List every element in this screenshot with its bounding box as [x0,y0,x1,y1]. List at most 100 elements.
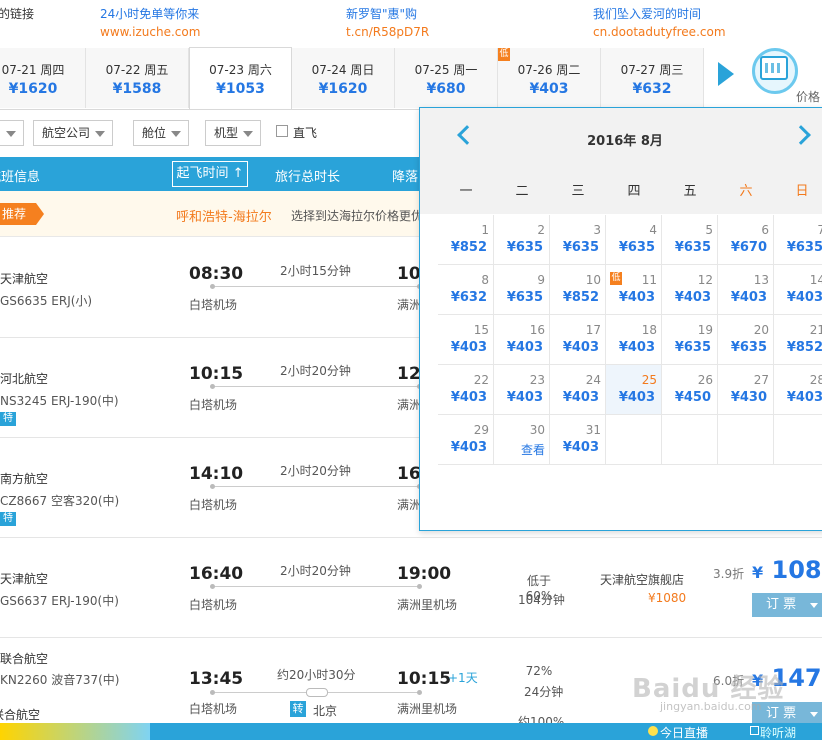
date-tab[interactable]: 07-24 周日 ¥1620 [292,48,395,108]
watermark-url: jingyan.baidu.com [660,700,762,713]
calendar-day-cell[interactable]: 1 ¥852 [438,215,494,265]
calendar-day-number: 1 [481,223,489,237]
date-tab-price: ¥1620 [318,81,368,97]
date-tab[interactable]: 07-25 周一 ¥680 [395,48,498,108]
sort-total-duration[interactable]: 旅行总时长 [275,166,340,185]
calendar-day-price: ¥403 [506,390,543,405]
flight-row: 天津航空 GS6637 ERJ-190(中) 16:40 白塔机场 2小时20分… [0,538,822,638]
calendar-day-cell[interactable]: 3 ¥635 [550,215,606,265]
ad-title[interactable]: 的链接 [0,5,34,22]
next-dates-arrow-icon[interactable] [718,62,734,86]
depart-airport: 白塔机场 [189,702,238,716]
sort-depart-time-button[interactable]: 起飞时间 ↑ [172,161,248,187]
calendar-day-cell[interactable]: 26 ¥450 [662,365,718,415]
flight-airline: 联合航空 [0,652,49,666]
listen-link[interactable]: 聆听湖 [760,724,796,740]
date-tab[interactable]: 低 07-26 周二 ¥403 [498,48,601,108]
calendar-day-cell[interactable]: 21 ¥852 [774,315,822,365]
calendar-day-cell[interactable]: 23 ¥403 [494,365,550,415]
calendar-day-cell[interactable]: 4 ¥635 [606,215,662,265]
filter-select[interactable] [0,120,24,146]
calendar-day-cell[interactable]: 27 ¥430 [718,365,774,415]
calendar-day-cell[interactable]: 19 ¥635 [662,315,718,365]
calendar-day-price: ¥403 [450,390,487,405]
calendar-day-number: 15 [473,323,489,337]
live-link[interactable]: 今日直播 [660,724,708,740]
ad-title[interactable]: 24小时免单等你来 [100,5,199,22]
date-tab[interactable]: 07-27 周三 ¥632 [601,48,704,108]
calendar-day-price: ¥632 [450,290,487,305]
flagship-shop[interactable]: 天津航空旗舰店 [600,571,684,588]
weekday-label: 日 [795,184,809,199]
cabin-filter[interactable]: 舱位 [133,120,190,146]
calendar-day-cell[interactable]: 7 ¥635 [774,215,822,265]
date-tab[interactable]: 07-22 周五 ¥1588 [86,48,189,108]
flight-duration: 2小时20分钟 [280,464,351,478]
calendar-day-cell[interactable]: 31 ¥403 [550,415,606,465]
depart-time: 13:45 [189,669,244,689]
price-value: 1080 [771,556,822,584]
calendar-day-cell [718,415,774,465]
calendar-day-price: ¥670 [730,240,767,255]
recommend-route[interactable]: 呼和浩特-海拉尔 [176,206,272,225]
calendar-day-number: 11 [641,273,657,287]
ad-url[interactable]: t.cn/R58pD7R [346,25,429,39]
route-line [210,384,422,389]
ad-url[interactable]: cn.dootadutyfree.com [593,25,726,39]
calendar-day-cell[interactable]: 15 ¥403 [438,315,494,365]
calendar-day-cell[interactable]: 14 ¥403 [774,265,822,315]
calendar-day-cell[interactable]: 24 ¥403 [550,365,606,415]
weekday-row: 一 二 三 四 五 六 日 [420,164,822,214]
price-calendar-button[interactable]: 价格 [752,48,822,108]
calendar-day-cell[interactable]: 16 ¥403 [494,315,550,365]
airline-filter[interactable]: 航空公司 [33,120,114,146]
flight-code: CZ8667 空客320(中) [0,494,120,508]
special-price-tag: 特价 [0,412,16,438]
calendar-day-cell[interactable]: 28 ¥403 [774,365,822,415]
calendar-day-cell[interactable]: 13 ¥403 [718,265,774,315]
calendar-day-cell[interactable]: 29 ¥403 [438,415,494,465]
direct-flight-checkbox[interactable] [276,125,288,137]
flight-airline: 天津航空 [0,272,49,286]
calendar-day-price: ¥852 [786,340,822,355]
calendar-day-price: ¥635 [674,340,711,355]
listen-icon [750,726,759,735]
depart-time: 14:10 [189,464,244,484]
calendar-day-cell[interactable]: 17 ¥403 [550,315,606,365]
model-filter[interactable]: 机型 [205,120,262,146]
calendar-day-cell[interactable]: 22 ¥403 [438,365,494,415]
calendar-day-price: ¥403 [562,390,599,405]
calendar-day-cell[interactable]: 10 ¥852 [550,265,606,315]
weekday-label: 五 [683,184,697,199]
calendar-day-number: 19 [697,323,713,337]
date-tab-date: 07-22 周五 [105,63,169,77]
calendar-day-cell[interactable]: 2 ¥635 [494,215,550,265]
arrive-time: 10:15 [397,669,452,689]
calendar-day-cell[interactable]: 12 ¥403 [662,265,718,315]
calendar-day-cell[interactable]: 低 11 ¥403 [606,265,662,315]
calendar-day-cell[interactable]: 9 ¥635 [494,265,550,315]
calendar-day-cell[interactable]: 5 ¥635 [662,215,718,265]
sort-landing[interactable]: 降落 [392,166,418,185]
calendar-day-number: 27 [753,373,769,387]
calendar-day-cell[interactable]: 25 ¥403 [606,365,662,415]
calendar-day-cell[interactable]: 20 ¥635 [718,315,774,365]
calendar-day-cell[interactable]: 8 ¥632 [438,265,494,315]
ad-title[interactable]: 我们坠入爱河的时间 [593,5,701,22]
book-button[interactable]: 订 票 [752,593,822,617]
date-tab-price: ¥1620 [8,81,58,97]
calendar-day-price: ¥635 [786,240,822,255]
ad-title[interactable]: 新罗智"惠"购 [346,5,417,22]
ad-url[interactable]: www.izuche.com [100,25,200,39]
flight-price: ¥ 1080 [752,556,822,584]
shop-price: ¥1080 [648,591,687,605]
calendar-day-cell[interactable]: 30 查看 [494,415,550,465]
calendar-day-price: ¥403 [786,390,822,405]
calendar-day-cell[interactable]: 18 ¥403 [606,315,662,365]
calendar-day-price: ¥635 [506,290,543,305]
weekday-label: 六 [739,184,753,199]
date-tab[interactable]: 07-21 周四 ¥1620 [0,48,86,108]
date-tab-active[interactable]: 07-23 周六 ¥1053 [189,47,292,109]
flight-code: KN2260 波音737(中) [0,673,120,687]
calendar-day-cell[interactable]: 6 ¥670 [718,215,774,265]
